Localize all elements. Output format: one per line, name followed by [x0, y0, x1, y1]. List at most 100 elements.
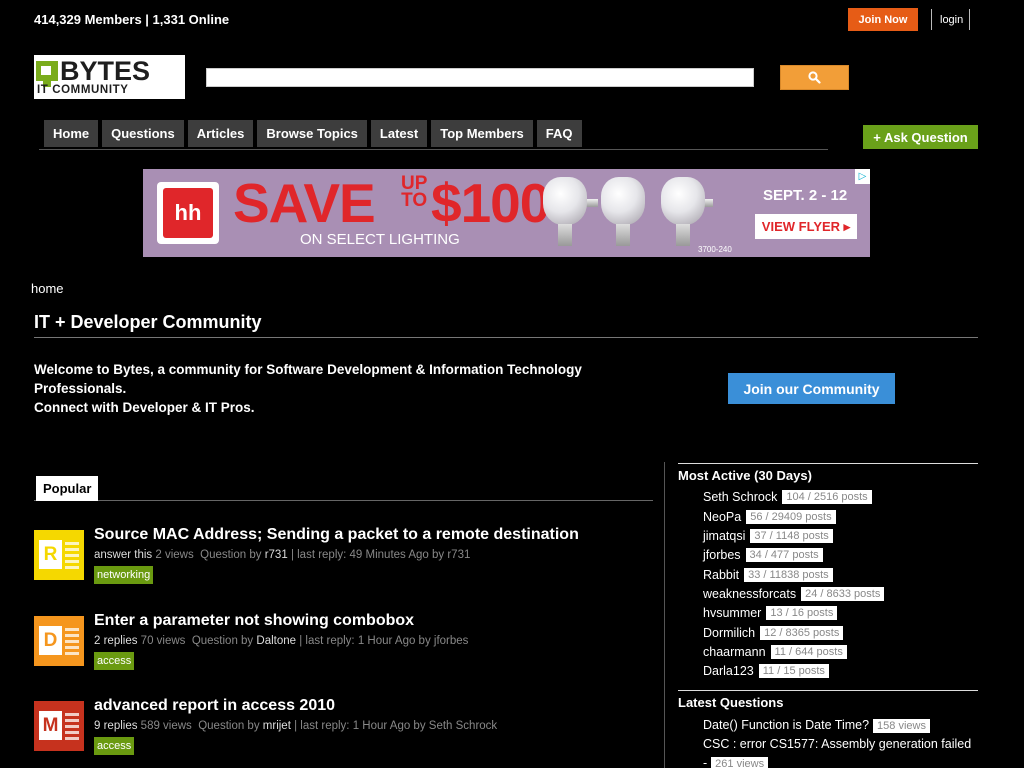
member-name[interactable]: Seth Schrock: [703, 490, 777, 504]
latest-question-item: Date() Function is Date Time? 158 views: [703, 716, 978, 736]
question-title[interactable]: advanced report in access 2010: [94, 697, 335, 715]
active-member: jimatqsi 37 / 1148 posts: [703, 529, 833, 543]
lightbulb-icon: [601, 177, 645, 225]
question-author[interactable]: Daltone: [256, 635, 296, 647]
join-now-button[interactable]: Join Now: [848, 8, 918, 31]
ad-headline-amount: $100: [431, 172, 550, 234]
ask-question-button[interactable]: + Ask Question: [863, 125, 978, 149]
view-count: 589 views: [140, 720, 192, 732]
question-avatar-icon: R: [34, 530, 84, 580]
avatar-letter: M: [39, 711, 62, 740]
topic-tag[interactable]: networking: [94, 566, 154, 584]
member-post-count: 24 / 8633 posts: [801, 587, 885, 601]
nav-latest[interactable]: Latest: [370, 120, 428, 147]
question-title[interactable]: Enter a parameter not showing combobox: [94, 612, 414, 630]
latest-question-views: 158 views: [873, 719, 930, 733]
ad-code: 3700-240: [698, 245, 732, 254]
topic-tag[interactable]: access: [94, 737, 135, 755]
nav-articles[interactable]: Articles: [187, 120, 254, 147]
active-member: Darla123 11 / 15 posts: [703, 664, 829, 678]
question-meta: 2 replies 70 views Question by Daltone |…: [94, 635, 468, 647]
question-meta: answer this 2 views Question by r731 | l…: [94, 549, 470, 561]
avatar-stripes: [65, 626, 79, 655]
welcome-line-1: Welcome to Bytes, a community for Softwa…: [34, 362, 582, 396]
latest-question-views: 261 views: [711, 757, 769, 768]
lamp-base: [558, 224, 572, 246]
join-community-button[interactable]: Join our Community: [728, 373, 895, 404]
avatar-letter: D: [39, 626, 62, 655]
question-by-label: Question by: [198, 720, 260, 732]
latest-question-title[interactable]: Date() Function is Date Time?: [703, 718, 869, 732]
advertisement-banner[interactable]: hh SAVE UP TO $100 ON SELECT LIGHTING 37…: [143, 169, 870, 257]
member-name[interactable]: hvsummer: [703, 606, 761, 620]
member-post-count: 37 / 1148 posts: [750, 529, 833, 543]
question-by-label: Question by: [191, 635, 254, 647]
lightbulb-icon: [661, 177, 705, 225]
bytes-logo[interactable]: BYTES IT COMMUNITY: [34, 55, 185, 99]
last-reply: | last reply: 1 Hour Ago by jforbes: [299, 635, 469, 647]
member-post-count: 12 / 8365 posts: [760, 626, 844, 640]
member-name[interactable]: jimatqsi: [703, 529, 745, 543]
view-count: 2 views: [155, 549, 194, 561]
question-author[interactable]: mrijet: [263, 720, 291, 732]
search-button[interactable]: [780, 65, 849, 90]
adchoices-icon[interactable]: ▷: [855, 169, 870, 184]
active-member: Dormilich 12 / 8365 posts: [703, 626, 844, 640]
nav-faq[interactable]: FAQ: [536, 120, 582, 147]
tab-popular[interactable]: Popular: [36, 476, 99, 501]
answer-link[interactable]: answer this: [94, 549, 152, 561]
member-name[interactable]: Dormilich: [703, 626, 755, 640]
login-link[interactable]: login: [931, 9, 971, 30]
latest-question-item: CSC : error CS1577: Assembly generation …: [703, 735, 978, 768]
member-post-count: 104 / 2516 posts: [782, 490, 872, 504]
member-post-count: 33 / 11838 posts: [744, 568, 833, 582]
active-member: Rabbit 33 / 11838 posts: [703, 568, 833, 582]
logo-word: BYTES: [60, 56, 151, 86]
member-name[interactable]: chaarmann: [703, 645, 766, 659]
nav-home[interactable]: Home: [44, 120, 99, 147]
active-member: weaknessforcats 24 / 8633 posts: [703, 587, 885, 601]
active-member: Seth Schrock 104 / 2516 posts: [703, 490, 872, 504]
question-title[interactable]: Source MAC Address; Sending a packet to …: [94, 526, 579, 544]
breadcrumb-home[interactable]: home: [31, 281, 64, 296]
member-post-count: 11 / 15 posts: [758, 664, 829, 678]
view-count: 70 views: [140, 635, 186, 647]
ad-date: SEPT. 2 - 12: [763, 187, 848, 204]
question-author[interactable]: r731: [265, 549, 288, 561]
question-item: D Enter a parameter not showing combobox…: [34, 612, 654, 696]
member-post-count: 56 / 29409 posts: [746, 510, 836, 524]
ad-headline-upto: UP TO: [401, 174, 427, 210]
ad-headline-save: SAVE: [233, 172, 376, 234]
reply-count: 2 replies: [94, 635, 138, 647]
avatar-stripes: [65, 711, 79, 740]
question-meta: 9 replies 589 views Question by mrijet |…: [94, 720, 497, 732]
question-item: R Source MAC Address; Sending a packet t…: [34, 526, 654, 610]
member-post-count: 11 / 644 posts: [770, 645, 847, 659]
latest-questions-heading: Latest Questions: [678, 690, 978, 710]
member-stats: 414,329 Members | 1,331 Online: [34, 12, 230, 27]
lamp-base: [616, 224, 630, 246]
nav-browse-topics[interactable]: Browse Topics: [257, 120, 367, 147]
question-item: M advanced report in access 2010 9 repli…: [34, 697, 654, 768]
last-reply: | last reply: 49 Minutes Ago by r731: [290, 549, 471, 561]
nav-questions[interactable]: Questions: [102, 120, 184, 147]
logo-speech-icon: [36, 61, 58, 81]
most-active-heading: Most Active (30 Days): [678, 463, 978, 483]
member-name[interactable]: weaknessforcats: [703, 587, 796, 601]
nav-top-members[interactable]: Top Members: [431, 120, 533, 147]
ad-brand-logo: hh: [157, 182, 219, 244]
member-name[interactable]: NeoPa: [703, 510, 741, 524]
ad-subheadline: ON SELECT LIGHTING: [300, 231, 460, 248]
member-name[interactable]: jforbes: [703, 548, 741, 562]
active-member: NeoPa 56 / 29409 posts: [703, 510, 836, 524]
topic-tag[interactable]: access: [94, 652, 135, 670]
main-nav: Home Questions Articles Browse Topics La…: [39, 120, 828, 150]
logo-subtitle: IT COMMUNITY: [37, 84, 129, 96]
welcome-line-2: Connect with Developer & IT Pros.: [34, 400, 255, 415]
search-input[interactable]: [206, 68, 754, 87]
member-name[interactable]: Rabbit: [703, 568, 739, 582]
view-flyer-button[interactable]: VIEW FLYER ▸: [755, 214, 857, 239]
lamp-base: [676, 224, 690, 246]
member-post-count: 13 / 16 posts: [766, 606, 838, 620]
member-name[interactable]: Darla123: [703, 664, 754, 678]
